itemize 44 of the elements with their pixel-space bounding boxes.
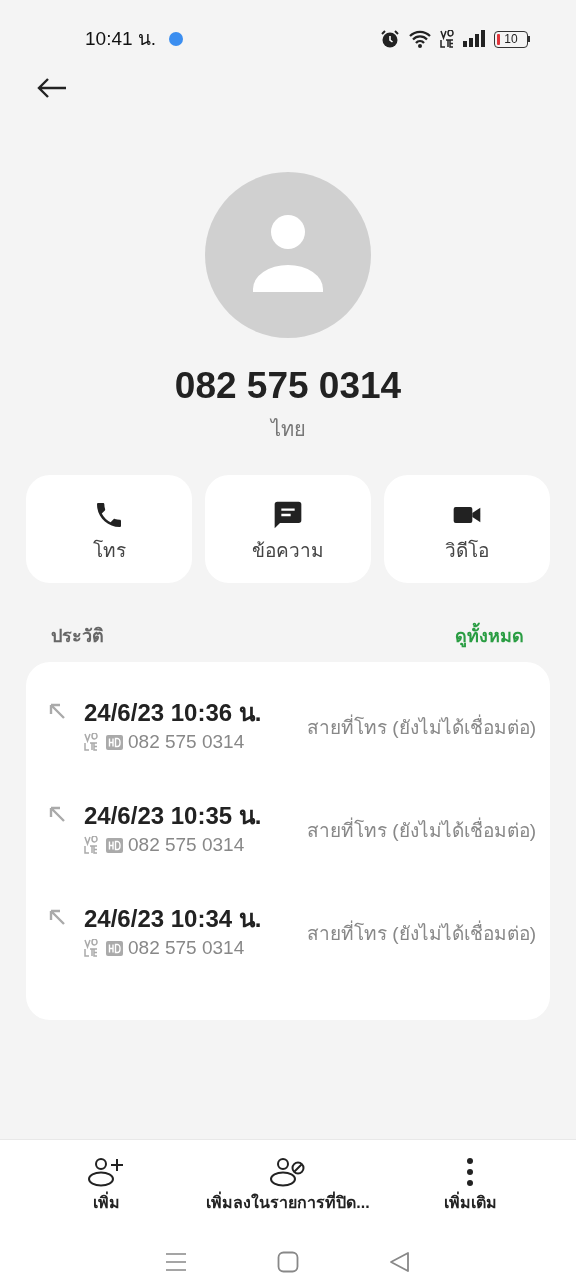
hd-icon [106,734,123,750]
home-button[interactable] [277,1251,299,1273]
hd-icon [106,837,123,853]
app-notification-icon [168,31,185,47]
outgoing-call-icon [48,702,66,720]
block-contact-icon [269,1157,307,1187]
call-status: สายที่โทร (ยังไม่ได้เชื่อมต่อ) [307,714,536,743]
call-time: 24/6/23 10:36 น. [84,698,262,728]
alarm-icon [380,29,400,49]
contact-number: 082 575 0314 [174,364,402,408]
status-time: 10:41 น. [85,26,157,51]
block-toolbar-button[interactable]: เพิ่มลงในรายการที่ปิด... [206,1157,370,1215]
call-status: สายที่โทร (ยังไม่ได้เชื่อมต่อ) [307,920,536,949]
add-toolbar-button[interactable]: เพิ่ม [87,1157,125,1215]
call-time: 24/6/23 10:35 น. [84,801,262,831]
wifi-icon [408,29,432,49]
video-action-button[interactable]: วิดีโอ [384,475,550,583]
message-action-button[interactable]: ข้อความ [205,475,371,583]
call-number: 082 575 0314 [128,936,245,960]
call-status: สายที่โทร (ยังไม่ได้เชื่อมต่อ) [307,817,536,846]
call-number: 082 575 0314 [128,833,245,857]
battery-icon: 10 [494,30,530,48]
volte-icon [84,733,98,751]
back-nav-button[interactable] [389,1251,411,1273]
avatar-icon [205,172,371,338]
call-time: 24/6/23 10:34 น. [84,904,262,934]
volte-icon [84,836,98,854]
call-history-item[interactable]: 24/6/23 10:34 น. 082 575 0314 สายที่โทร (ยังไม่ได้เชื่อมต่อ) [26,890,550,993]
call-history-item[interactable]: 24/6/23 10:35 น. 082 575 0314 สายที่โทร (ยังไม่ได้เชื่อมต่อ) [26,787,550,890]
signal-icon [462,30,486,48]
volte-icon [84,939,98,957]
history-title: ประวัติ [51,624,104,648]
contact-location: ไทย [270,417,306,442]
outgoing-call-icon [48,805,66,823]
recent-apps-button[interactable] [165,1251,187,1273]
call-number: 082 575 0314 [128,730,245,754]
more-icon [466,1157,474,1187]
call-history-item[interactable]: 24/6/23 10:36 น. 082 575 0314 สายที่โทร (ยังไม่ได้เชื่อมต่อ) [26,684,550,787]
volte-icon [440,30,454,48]
more-toolbar-button[interactable]: เพิ่มเติม [443,1157,497,1215]
add-contact-icon [87,1157,125,1187]
hd-icon [106,940,123,956]
call-action-button[interactable]: โทร [26,475,192,583]
outgoing-call-icon [48,908,66,926]
